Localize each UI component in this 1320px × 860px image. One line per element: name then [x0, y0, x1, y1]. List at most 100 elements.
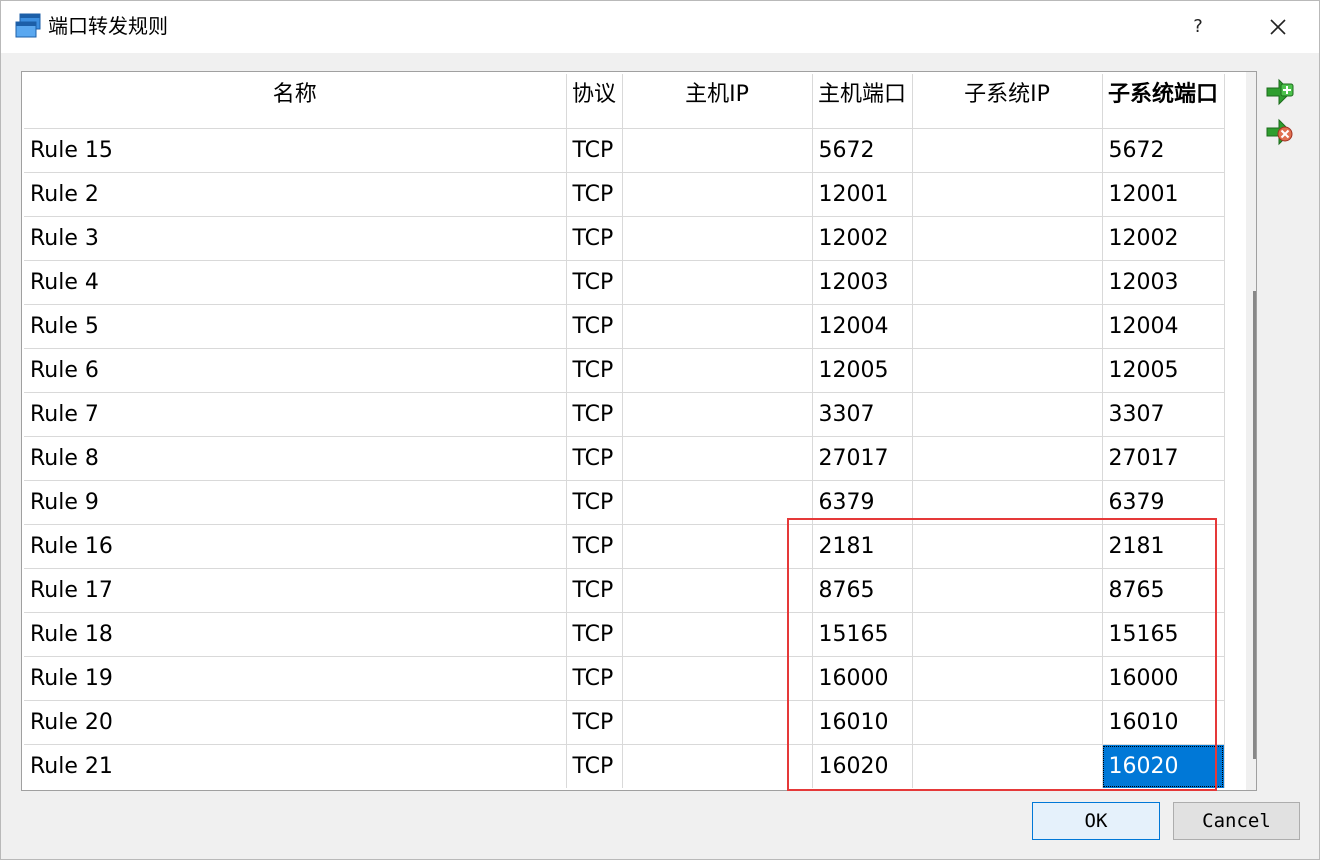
- cell-subsystem-port[interactable]: 12004: [1102, 304, 1225, 349]
- cell-subsystem-port[interactable]: 12005: [1102, 348, 1225, 393]
- cell-host-port[interactable]: 12003: [812, 260, 913, 305]
- cell-host-port[interactable]: 12005: [812, 348, 913, 393]
- cell-protocol[interactable]: TCP: [566, 172, 623, 217]
- cell-subsystem-ip[interactable]: [912, 612, 1103, 657]
- cell-name[interactable]: Rule 7: [24, 392, 567, 437]
- cell-protocol[interactable]: TCP: [566, 436, 623, 481]
- cell-host-ip[interactable]: [622, 172, 813, 217]
- cell-subsystem-port[interactable]: 16010: [1102, 700, 1225, 745]
- cell-name[interactable]: Rule 18: [24, 612, 567, 657]
- cell-host-port[interactable]: 3307: [812, 392, 913, 437]
- column-header-subsystem-ip[interactable]: 子系统IP: [912, 74, 1103, 129]
- cell-name[interactable]: Rule 8: [24, 436, 567, 481]
- cell-name[interactable]: Rule 5: [24, 304, 567, 349]
- cell-host-ip[interactable]: [622, 392, 813, 437]
- ok-button[interactable]: OK: [1032, 802, 1160, 840]
- cell-host-ip[interactable]: [622, 348, 813, 393]
- cell-protocol[interactable]: TCP: [566, 304, 623, 349]
- cell-host-ip[interactable]: [622, 260, 813, 305]
- table-row[interactable]: Rule 17 TCP 8765 8765: [24, 568, 1225, 613]
- cell-protocol[interactable]: TCP: [566, 392, 623, 437]
- cell-protocol[interactable]: TCP: [566, 700, 623, 745]
- cell-host-port[interactable]: 12001: [812, 172, 913, 217]
- table-row[interactable]: Rule 3 TCP 12002 12002: [24, 216, 1225, 261]
- table-row[interactable]: Rule 4 TCP 12003 12003: [24, 260, 1225, 305]
- cell-name[interactable]: Rule 20: [24, 700, 567, 745]
- cell-name[interactable]: Rule 17: [24, 568, 567, 613]
- cell-host-ip[interactable]: [622, 128, 813, 173]
- cell-host-ip[interactable]: [622, 480, 813, 525]
- column-header-host-port[interactable]: 主机端口: [812, 74, 913, 129]
- cell-subsystem-port[interactable]: 12001: [1102, 172, 1225, 217]
- cell-subsystem-ip[interactable]: [912, 348, 1103, 393]
- cancel-button[interactable]: Cancel: [1173, 802, 1300, 840]
- table-row[interactable]: Rule 16 TCP 2181 2181: [24, 524, 1225, 569]
- table-row[interactable]: Rule 20 TCP 16010 16010: [24, 700, 1225, 745]
- cell-host-ip[interactable]: [622, 568, 813, 613]
- cell-subsystem-ip[interactable]: [912, 172, 1103, 217]
- cell-host-port[interactable]: 12004: [812, 304, 913, 349]
- cell-protocol[interactable]: TCP: [566, 744, 623, 788]
- cell-subsystem-port[interactable]: 5672: [1102, 128, 1225, 173]
- column-header-name[interactable]: 名称: [24, 74, 567, 129]
- cell-subsystem-ip[interactable]: [912, 260, 1103, 305]
- cell-subsystem-port[interactable]: 6379: [1102, 480, 1225, 525]
- cell-subsystem-port[interactable]: 2181: [1102, 524, 1225, 569]
- scrollbar-thumb[interactable]: [1253, 291, 1256, 759]
- cell-subsystem-ip[interactable]: [912, 656, 1103, 701]
- table-row[interactable]: Rule 6 TCP 12005 12005: [24, 348, 1225, 393]
- column-header-host-ip[interactable]: 主机IP: [622, 74, 813, 129]
- cell-name[interactable]: Rule 6: [24, 348, 567, 393]
- cell-protocol[interactable]: TCP: [566, 612, 623, 657]
- cell-host-port[interactable]: 2181: [812, 524, 913, 569]
- cell-subsystem-port[interactable]: 12003: [1102, 260, 1225, 305]
- cell-subsystem-ip[interactable]: [912, 700, 1103, 745]
- cell-subsystem-ip[interactable]: [912, 304, 1103, 349]
- cell-host-port[interactable]: 12002: [812, 216, 913, 261]
- cell-subsystem-port[interactable]: 15165: [1102, 612, 1225, 657]
- cell-host-ip[interactable]: [622, 656, 813, 701]
- cell-host-ip[interactable]: [622, 744, 813, 788]
- cell-host-port[interactable]: 15165: [812, 612, 913, 657]
- cell-subsystem-port[interactable]: 12002: [1102, 216, 1225, 261]
- cell-host-ip[interactable]: [622, 612, 813, 657]
- cell-host-port[interactable]: 6379: [812, 480, 913, 525]
- cell-subsystem-port[interactable]: 16000: [1102, 656, 1225, 701]
- cell-name[interactable]: Rule 21: [24, 744, 567, 788]
- table-row[interactable]: Rule 5 TCP 12004 12004: [24, 304, 1225, 349]
- cell-subsystem-ip[interactable]: [912, 392, 1103, 437]
- remove-rule-icon[interactable]: [1263, 116, 1295, 148]
- cell-name[interactable]: Rule 3: [24, 216, 567, 261]
- cell-subsystem-port[interactable]: 3307: [1102, 392, 1225, 437]
- cell-name[interactable]: Rule 2: [24, 172, 567, 217]
- table-row[interactable]: Rule 15 TCP 5672 5672: [24, 128, 1225, 173]
- close-icon[interactable]: [1257, 9, 1299, 45]
- cell-subsystem-ip[interactable]: [912, 524, 1103, 569]
- table-row[interactable]: Rule 9 TCP 6379 6379: [24, 480, 1225, 525]
- column-header-subsystem-port[interactable]: 子系统端口: [1102, 74, 1225, 129]
- cell-host-ip[interactable]: [622, 216, 813, 261]
- cell-host-ip[interactable]: [622, 304, 813, 349]
- cell-name[interactable]: Rule 19: [24, 656, 567, 701]
- cell-subsystem-port[interactable]: 27017: [1102, 436, 1225, 481]
- cell-subsystem-ip[interactable]: [912, 744, 1103, 788]
- cell-subsystem-ip[interactable]: [912, 436, 1103, 481]
- cell-protocol[interactable]: TCP: [566, 568, 623, 613]
- cell-protocol[interactable]: TCP: [566, 128, 623, 173]
- table-row[interactable]: Rule 18 TCP 15165 15165: [24, 612, 1225, 657]
- column-header-protocol[interactable]: 协议: [566, 74, 623, 129]
- cell-protocol[interactable]: TCP: [566, 348, 623, 393]
- cell-name[interactable]: Rule 4: [24, 260, 567, 305]
- cell-subsystem-ip[interactable]: [912, 128, 1103, 173]
- add-rule-icon[interactable]: [1263, 76, 1295, 108]
- help-button[interactable]: ?: [1177, 9, 1219, 45]
- table-row[interactable]: Rule 2 TCP 12001 12001: [24, 172, 1225, 217]
- cell-protocol[interactable]: TCP: [566, 480, 623, 525]
- cell-name[interactable]: Rule 9: [24, 480, 567, 525]
- cell-subsystem-port[interactable]: 16020: [1102, 744, 1225, 788]
- cell-subsystem-ip[interactable]: [912, 216, 1103, 261]
- cell-host-port[interactable]: 16020: [812, 744, 913, 788]
- cell-host-port[interactable]: 16000: [812, 656, 913, 701]
- cell-host-port[interactable]: 27017: [812, 436, 913, 481]
- cell-subsystem-ip[interactable]: [912, 480, 1103, 525]
